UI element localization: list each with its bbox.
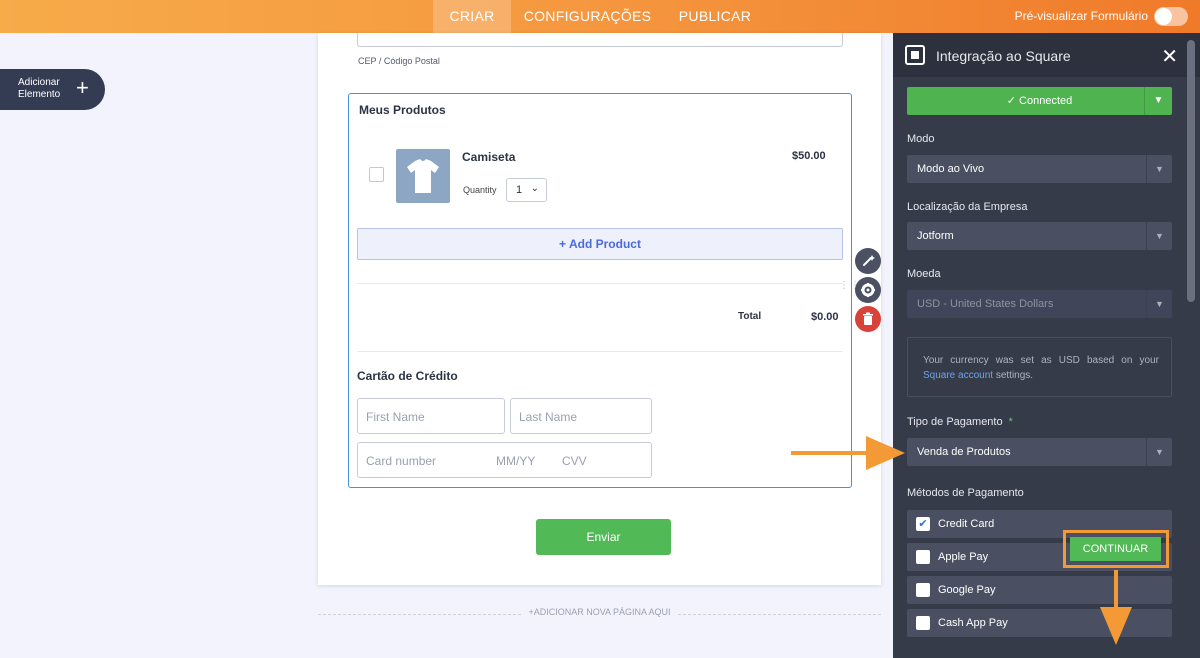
location-select[interactable]: Jotform ▼	[907, 222, 1172, 250]
postal-code-sublabel: CEP / Código Postal	[358, 56, 440, 66]
panel-header: Integração ao Square ✕	[893, 33, 1200, 77]
currency-label: Moeda	[907, 268, 941, 280]
payment-method-label: Google Pay	[938, 584, 996, 596]
caret-down-icon: ▼	[1146, 290, 1172, 318]
postal-code-input[interactable]	[357, 33, 843, 47]
mode-value: Modo ao Vivo	[917, 163, 985, 175]
connected-label: ✓ Connected	[1006, 95, 1073, 107]
magic-wand-icon[interactable]	[855, 248, 881, 274]
card-number-placeholder: Card number	[366, 454, 437, 468]
product-name: Camiseta	[462, 150, 516, 164]
location-value: Jotform	[917, 230, 954, 242]
tab-configuracoes[interactable]: CONFIGURAÇÕES	[521, 0, 654, 33]
total-label: Total	[738, 311, 762, 322]
credit-card-title: Cartão de Crédito	[357, 369, 458, 383]
caret-down-icon: ▼	[1146, 222, 1172, 250]
add-new-page-label: +ADICIONAR NOVA PÁGINA AQUI	[522, 607, 677, 617]
add-new-page-link[interactable]: +ADICIONAR NOVA PÁGINA AQUI	[318, 607, 881, 621]
mode-label: Modo	[907, 133, 935, 145]
mode-select[interactable]: Modo ao Vivo ▼	[907, 155, 1172, 183]
payment-method-label: Apple Pay	[938, 551, 989, 563]
tab-publicar[interactable]: PUBLICAR	[675, 0, 755, 33]
connected-button[interactable]: ✓ Connected ▼	[907, 87, 1172, 115]
currency-info-text: Your currency was set as USD based on yo…	[923, 355, 1159, 366]
trash-icon[interactable]	[855, 306, 881, 332]
payment-type-label: Tipo de Pagamento *	[907, 416, 1013, 428]
add-element-label: Adicionar Elemento	[18, 77, 61, 100]
quantity-value: 1	[516, 184, 523, 196]
close-icon[interactable]: ✕	[1161, 44, 1178, 69]
square-account-link[interactable]: Square account	[923, 370, 993, 381]
checkbox-checked-icon[interactable]: ✔	[916, 517, 930, 531]
payment-type-value: Venda de Produtos	[917, 446, 1011, 458]
products-title: Meus Produtos	[359, 103, 446, 117]
caret-down-icon: ▼	[1146, 438, 1172, 466]
location-label: Localização da Empresa	[907, 201, 1028, 213]
caret-down-icon: ▼	[1146, 155, 1172, 183]
payment-method-cash-app-pay[interactable]: Cash App Pay	[907, 609, 1172, 637]
payment-type-label-text: Tipo de Pagamento	[907, 416, 1003, 428]
gear-icon[interactable]	[855, 277, 881, 303]
checkbox-icon[interactable]	[916, 550, 930, 564]
quantity-select[interactable]: 1 ⌄	[506, 178, 547, 202]
chevron-down-icon: ⌄	[530, 183, 539, 194]
expiry-placeholder: MM/YY	[496, 454, 536, 468]
currency-value: USD - United States Dollars	[917, 298, 1054, 310]
top-navigation-bar: CRIAR CONFIGURAÇÕES PUBLICAR Pré-visuali…	[0, 0, 1200, 33]
currency-info-text-end: settings.	[993, 370, 1034, 381]
payment-method-google-pay[interactable]: Google Pay	[907, 576, 1172, 604]
preview-form-label: Pré-visualizar Formulário	[1014, 9, 1148, 23]
total-value: $0.00	[811, 311, 839, 323]
tshirt-image	[396, 149, 450, 203]
continue-button[interactable]: CONTINUAR	[1070, 537, 1161, 561]
payment-method-label: Credit Card	[938, 518, 995, 530]
card-details-field[interactable]: Card number MM/YY CVV	[357, 442, 652, 478]
payment-type-select[interactable]: Venda de Produtos ▼	[907, 438, 1172, 466]
panel-title: Integração ao Square	[936, 48, 1071, 64]
panel-scrollbar[interactable]	[1187, 40, 1195, 302]
tab-criar[interactable]: CRIAR	[433, 0, 511, 33]
checkbox-icon[interactable]	[916, 583, 930, 597]
currency-select: USD - United States Dollars ▼	[907, 290, 1172, 318]
submit-button[interactable]: Enviar	[536, 519, 671, 555]
required-star: *	[1008, 416, 1013, 428]
last-name-field[interactable]: Last Name	[510, 398, 652, 434]
divider	[357, 351, 843, 352]
toggle-knob	[1155, 8, 1172, 25]
payment-method-label: Cash App Pay	[938, 617, 1008, 629]
divider	[357, 283, 843, 284]
checkbox-icon[interactable]	[916, 616, 930, 630]
product-price: $50.00	[792, 150, 826, 162]
payment-methods-label: Métodos de Pagamento	[907, 487, 1024, 499]
caret-down-icon[interactable]: ▼	[1144, 87, 1172, 115]
add-product-button[interactable]: + Add Product	[357, 228, 843, 260]
currency-info-box: Your currency was set as USD based on yo…	[907, 337, 1172, 397]
first-name-field[interactable]: First Name	[357, 398, 505, 434]
add-element-button[interactable]: Adicionar Elemento +	[0, 69, 105, 110]
preview-toggle[interactable]	[1154, 7, 1188, 26]
quantity-label: Quantity	[463, 185, 497, 195]
product-checkbox[interactable]	[369, 167, 384, 182]
plus-icon: +	[76, 75, 89, 100]
square-logo-icon	[905, 45, 925, 65]
cvv-placeholder: CVV	[562, 454, 587, 468]
